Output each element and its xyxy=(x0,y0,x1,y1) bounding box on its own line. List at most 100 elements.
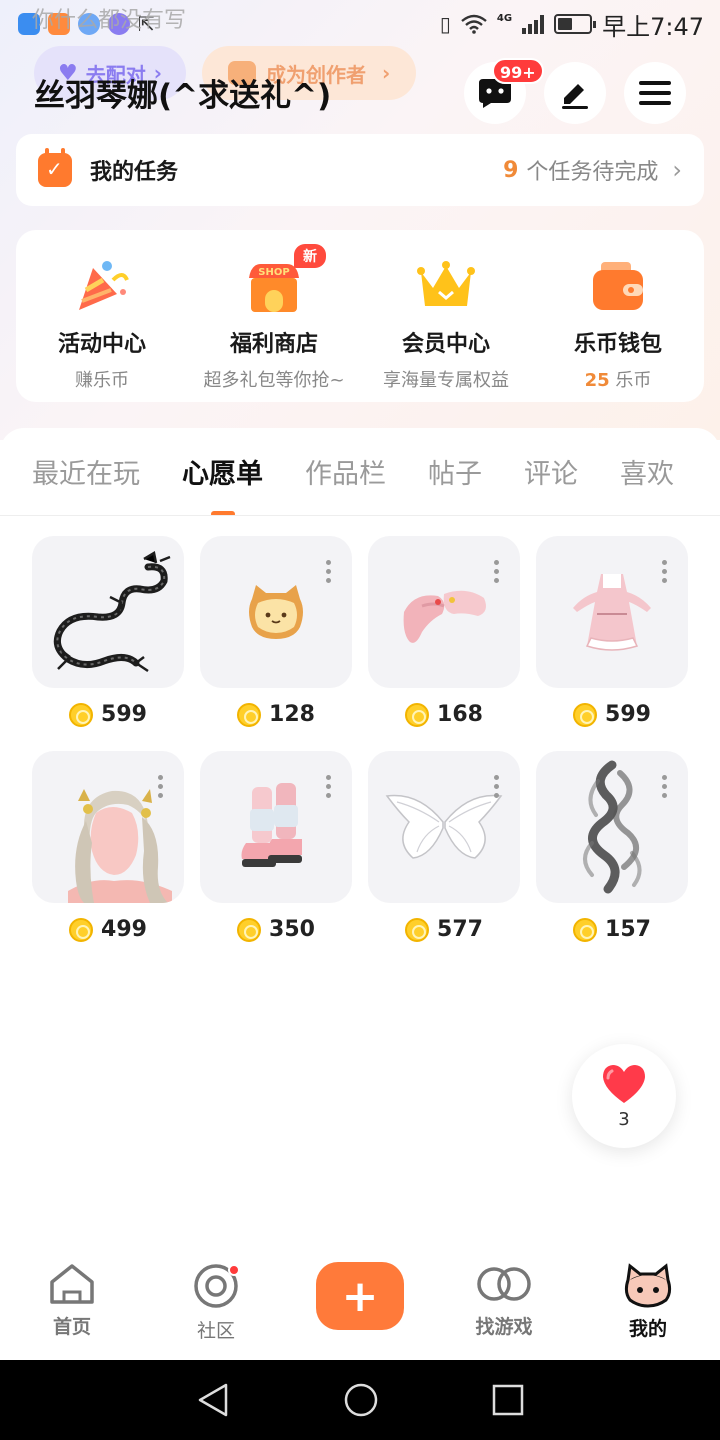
my-tasks-title: 我的任务 xyxy=(90,160,179,185)
nav-profile[interactable]: 我的 xyxy=(576,1262,720,1341)
item-price-value: 499 xyxy=(101,917,147,942)
edit-button[interactable] xyxy=(544,62,606,124)
wishlist-item[interactable]: 157 xyxy=(536,751,688,942)
black-smoke-image xyxy=(583,760,642,894)
pen-icon xyxy=(562,84,588,109)
more-options-icon[interactable] xyxy=(662,775,668,798)
item-price-value: 577 xyxy=(437,917,483,942)
item-thumbnail[interactable] xyxy=(368,751,520,903)
heart-icon xyxy=(603,1064,645,1103)
coin-icon xyxy=(69,917,94,942)
nav-find-games[interactable]: 找游戏 xyxy=(432,1262,576,1339)
item-thumbnail[interactable] xyxy=(200,536,352,688)
quick-entries-card: 活动中心 赚乐币 SHOP 新 福利商店 超多礼包等你抢~ 会员中心 享海量专属… xyxy=(16,230,704,402)
coin-icon xyxy=(573,917,598,942)
twin-tail-hair-image xyxy=(68,789,172,903)
clock: 早上7:47 xyxy=(602,12,704,41)
more-options-icon[interactable] xyxy=(494,775,500,798)
coin-wallet-entry[interactable]: 乐币钱包 25 乐币 xyxy=(532,230,704,402)
nav-home[interactable]: 首页 xyxy=(0,1262,144,1339)
more-options-icon[interactable] xyxy=(662,560,668,583)
item-price-value: 599 xyxy=(101,702,147,727)
item-price: 577 xyxy=(405,917,483,942)
white-wings-image xyxy=(385,794,503,859)
more-options-icon[interactable] xyxy=(494,560,500,583)
menu-button[interactable] xyxy=(624,62,686,124)
chevron-right-icon: › xyxy=(672,156,682,184)
item-thumbnail[interactable] xyxy=(368,536,520,688)
tab-posts[interactable]: 帖子 xyxy=(428,452,482,491)
plus-icon: + xyxy=(341,1270,379,1322)
home-circle-icon[interactable] xyxy=(343,1382,379,1418)
vibrate-icon: ▯ xyxy=(439,12,451,36)
cat-toast-image xyxy=(249,585,303,639)
welfare-shop-sub: 超多礼包等你抢~ xyxy=(203,370,345,391)
item-price-value: 599 xyxy=(605,702,651,727)
item-price: 168 xyxy=(405,702,483,727)
item-thumbnail[interactable] xyxy=(536,536,688,688)
chevron-right-icon: › xyxy=(381,61,391,85)
item-thumbnail[interactable] xyxy=(200,751,352,903)
pending-task-text: 个任务待完成 xyxy=(526,160,659,185)
coin-icon xyxy=(573,702,598,727)
tab-recent-played[interactable]: 最近在玩 xyxy=(32,452,140,491)
coin-wallet-sub: 25 乐币 xyxy=(585,366,652,392)
wishlist-item[interactable]: 168 xyxy=(368,536,520,727)
my-tasks-card[interactable]: 我的任务 9 个任务待完成 › xyxy=(16,134,704,206)
nav-home-label: 首页 xyxy=(52,1316,91,1338)
item-price: 599 xyxy=(573,702,651,727)
new-badge: 新 xyxy=(294,244,326,268)
wallet-icon xyxy=(593,262,643,310)
system-navigation-bar xyxy=(0,1360,720,1440)
wishlist-item[interactable]: 128 xyxy=(200,536,352,727)
ghost-notification-text: 你什么都没有写 xyxy=(32,8,187,33)
recent-apps-icon[interactable] xyxy=(492,1384,524,1416)
likes-count: 3 xyxy=(618,1108,630,1130)
network-type: 4G xyxy=(496,12,513,24)
wishlist-item[interactable]: 599 xyxy=(32,536,184,727)
wishlist-item[interactable]: 577 xyxy=(368,751,520,942)
wishlist-item[interactable]: 599 xyxy=(536,536,688,727)
profile-icon xyxy=(624,1263,672,1308)
party-popper-icon xyxy=(79,261,129,310)
vip-center-entry[interactable]: 会员中心 享海量专属权益 xyxy=(360,230,532,402)
nav-find-games-label: 找游戏 xyxy=(475,1316,533,1338)
tab-likes[interactable]: 喜欢 xyxy=(620,452,674,491)
wishlist-grid: 599 128 168 599 499 350 577 157 xyxy=(32,536,712,942)
wishlist-item[interactable]: 350 xyxy=(200,751,352,942)
find-game-icon xyxy=(477,1267,531,1301)
item-price-value: 350 xyxy=(269,917,315,942)
activity-center-entry[interactable]: 活动中心 赚乐币 xyxy=(16,230,188,402)
signal-icon xyxy=(522,14,545,34)
vip-center-label: 会员中心 xyxy=(401,332,490,357)
nav-community-label: 社区 xyxy=(196,1320,235,1342)
shop-icon-text: SHOP xyxy=(258,267,289,278)
pink-dress-image xyxy=(573,574,651,651)
item-price: 350 xyxy=(237,917,315,942)
nav-community[interactable]: 社区 xyxy=(144,1262,288,1343)
welfare-shop-entry[interactable]: SHOP 新 福利商店 超多礼包等你抢~ xyxy=(188,230,360,402)
nav-profile-label: 我的 xyxy=(628,1318,667,1340)
item-thumbnail[interactable] xyxy=(32,751,184,903)
tab-wishlist[interactable]: 心愿单 xyxy=(182,452,263,515)
item-price: 128 xyxy=(237,702,315,727)
wishlist-item[interactable]: 499 xyxy=(32,751,184,942)
item-thumbnail[interactable] xyxy=(536,751,688,903)
status-bar: ⇱ 你什么都没有写 ▯ 4G 早上7:47 xyxy=(0,0,720,48)
coin-icon xyxy=(237,917,262,942)
item-price-value: 168 xyxy=(437,702,483,727)
calendar-check-icon xyxy=(38,148,72,187)
tab-comments[interactable]: 评论 xyxy=(524,452,578,491)
coin-icon xyxy=(69,702,94,727)
bottom-navigation: 首页 社区 + 找游戏 我的 xyxy=(0,1240,720,1360)
tab-works[interactable]: 作品栏 xyxy=(305,452,386,491)
more-options-icon[interactable] xyxy=(158,775,164,798)
back-icon[interactable] xyxy=(196,1382,230,1418)
more-options-icon[interactable] xyxy=(326,775,332,798)
activity-center-label: 活动中心 xyxy=(57,332,146,357)
more-options-icon[interactable] xyxy=(326,560,332,583)
likes-button[interactable]: 3 xyxy=(572,1044,676,1148)
create-button[interactable]: + xyxy=(316,1262,404,1330)
item-thumbnail[interactable] xyxy=(32,536,184,688)
nav-create[interactable]: + xyxy=(288,1262,432,1330)
